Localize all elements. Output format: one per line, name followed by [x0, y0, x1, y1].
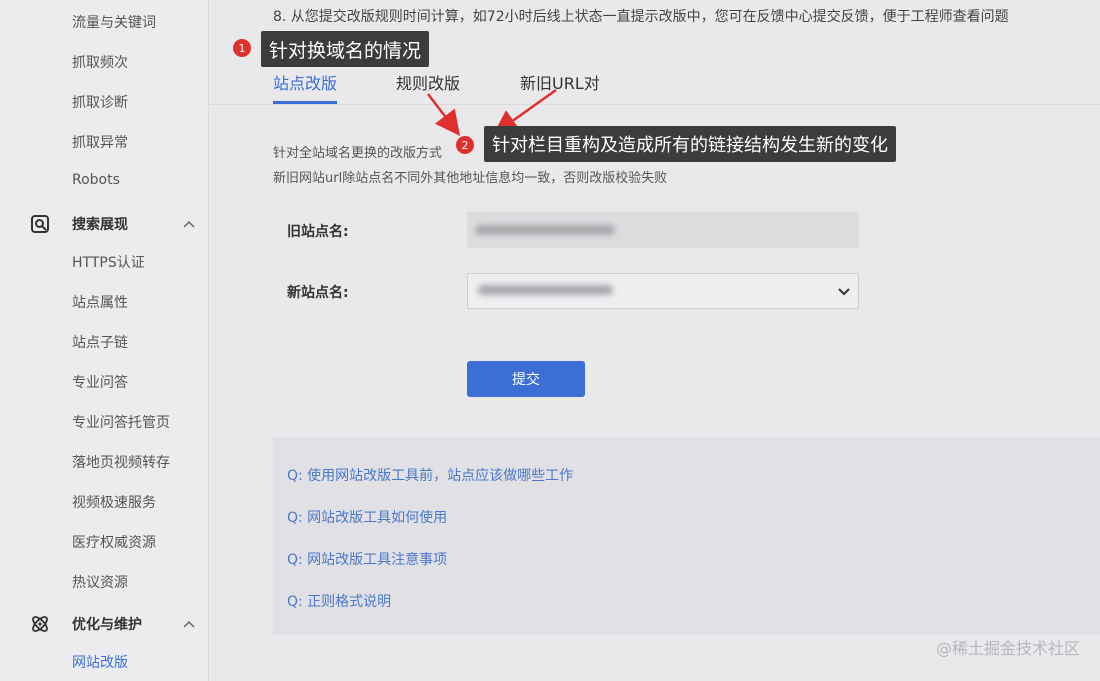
sidebar: 流量与关键词 抓取频次 抓取诊断 抓取异常 Robots 搜索展现 HTTPS认… — [0, 0, 209, 681]
description-line-1: 针对全站域名更换的改版方式 — [273, 146, 443, 161]
sidebar-item-site-revision[interactable]: 网站改版 — [72, 652, 128, 672]
sidebar-item-pro-qa-hosting[interactable]: 专业问答托管页 — [72, 412, 170, 432]
sidebar-item-video-speed[interactable]: 视频极速服务 — [72, 492, 156, 512]
tab-site-revision[interactable]: 站点改版 — [273, 70, 337, 94]
faq-link[interactable]: Q: 网站改版工具注意事项 — [287, 549, 447, 569]
sidebar-item-site-attributes[interactable]: 站点属性 — [72, 292, 128, 312]
atom-icon — [28, 612, 52, 636]
chevron-up-icon — [180, 215, 198, 233]
tab-url-pairs[interactable]: 新旧URL对 — [520, 70, 600, 94]
sidebar-group-label: 搜索展现 — [72, 217, 128, 233]
description-line-2: 新旧网站url除站点名不同外其他地址信息均一致，否则改版校验失败 — [273, 171, 668, 186]
notice-text: 8. 从您提交改版规则时间计算，如72小时后线上状态一直提示改版中，您可在反馈中… — [273, 9, 1009, 25]
sidebar-group-search-display[interactable]: 搜索展现 — [28, 212, 198, 236]
sidebar-item-pro-qa[interactable]: 专业问答 — [72, 372, 128, 392]
watermark: @稀土掘金技术社区 — [935, 639, 1080, 658]
sidebar-item-crawl-frequency[interactable]: 抓取频次 — [72, 52, 128, 72]
sidebar-item-traffic-keywords[interactable]: 流量与关键词 — [72, 12, 156, 32]
main-content: 8. 从您提交改版规则时间计算，如72小时后线上状态一直提示改版中，您可在反馈中… — [209, 0, 1100, 681]
sidebar-item-robots[interactable]: Robots — [72, 172, 120, 188]
sidebar-group-optimize[interactable]: 优化与维护 — [28, 612, 198, 636]
chevron-up-icon — [180, 615, 198, 633]
faq-link[interactable]: Q: 网站改版工具如何使用 — [287, 507, 447, 527]
annotation-badge-2: 2 — [456, 136, 474, 154]
old-site-value — [467, 212, 859, 248]
new-site-label: 新站点名: — [287, 285, 349, 301]
new-site-select[interactable] — [467, 273, 859, 309]
sidebar-item-https[interactable]: HTTPS认证 — [72, 252, 145, 272]
annotation-badge-1: 1 — [233, 39, 251, 57]
annotation-callout-2: 针对栏目重构及造成所有的链接结构发生新的变化 — [484, 126, 896, 162]
sidebar-item-site-sublinks[interactable]: 站点子链 — [72, 332, 128, 352]
search-display-icon — [28, 212, 52, 236]
faq-panel: Q: 使用网站改版工具前，站点应该做哪些工作 Q: 网站改版工具如何使用 Q: … — [273, 437, 1100, 635]
old-site-label: 旧站点名: — [287, 224, 349, 240]
chevron-down-icon — [838, 288, 850, 296]
sidebar-item-medical-resources[interactable]: 医疗权威资源 — [72, 532, 156, 552]
faq-link[interactable]: Q: 正则格式说明 — [287, 591, 391, 611]
tab-rule-revision[interactable]: 规则改版 — [396, 70, 460, 94]
sidebar-item-hot-resources[interactable]: 热议资源 — [72, 572, 128, 592]
sidebar-item-landing-video[interactable]: 落地页视频转存 — [72, 452, 170, 472]
sidebar-item-crawl-diagnosis[interactable]: 抓取诊断 — [72, 92, 128, 112]
submit-button[interactable]: 提交 — [467, 361, 585, 397]
faq-link[interactable]: Q: 使用网站改版工具前，站点应该做哪些工作 — [287, 465, 573, 485]
annotation-callout-1: 针对换域名的情况 — [261, 31, 430, 67]
sidebar-group-label: 优化与维护 — [72, 617, 142, 633]
tab-divider — [209, 104, 1100, 105]
sidebar-item-crawl-errors[interactable]: 抓取异常 — [72, 132, 128, 152]
